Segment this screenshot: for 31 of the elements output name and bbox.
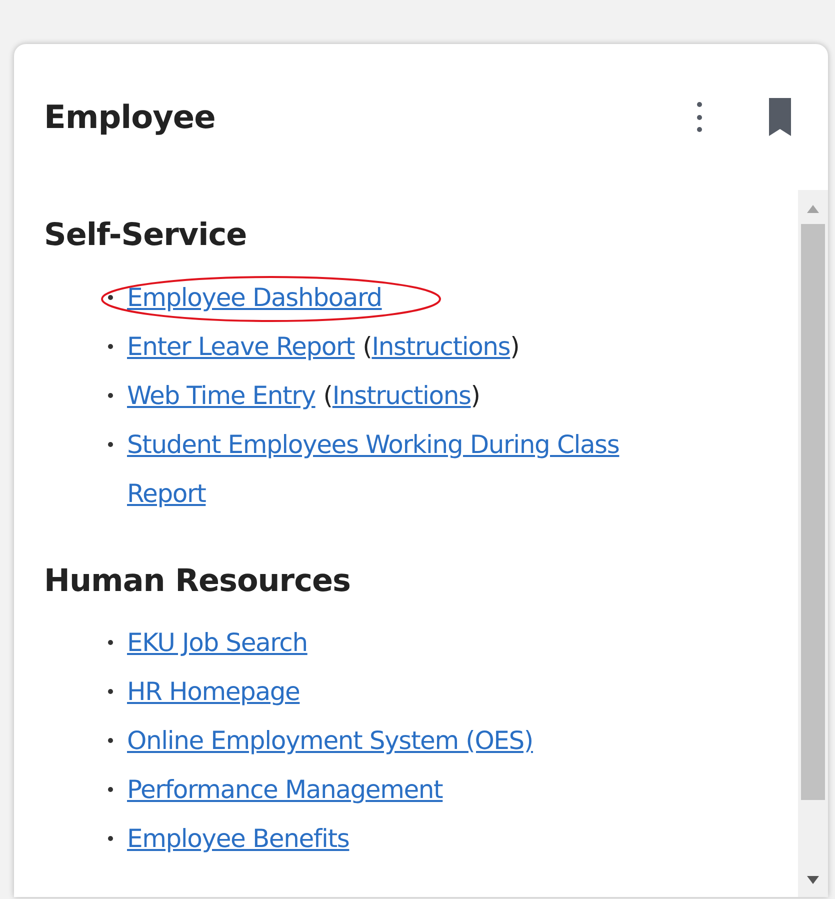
link[interactable]: Enter Leave Report	[127, 322, 355, 370]
bullet-icon	[108, 738, 113, 743]
bullet-icon	[108, 442, 113, 446]
scrollbar[interactable]	[798, 190, 828, 897]
close-parenthesis: )	[510, 330, 520, 362]
bullet-icon	[108, 836, 113, 841]
close-parenthesis: )	[470, 380, 480, 412]
scroll-down-icon[interactable]	[806, 875, 820, 885]
link[interactable]: HR Homepage	[127, 667, 300, 716]
bullet-icon	[108, 787, 113, 792]
bullet-icon	[108, 294, 113, 300]
open-parenthesis: (	[362, 330, 372, 362]
link[interactable]: Employee Benefits	[127, 814, 350, 863]
section-heading: Self-Service	[44, 216, 248, 255]
link[interactable]: Employee Dashboard	[127, 272, 382, 322]
link[interactable]: Online Employment System (OES)	[127, 716, 533, 765]
link[interactable]: Student Employees Working During Class Report	[127, 420, 687, 518]
instructions-link[interactable]: Instructions	[332, 370, 471, 420]
link[interactable]: EKU Job Search	[127, 618, 308, 667]
scrollbar-thumb[interactable]	[801, 224, 825, 800]
bullet-icon	[108, 689, 113, 694]
bullet-icon	[108, 640, 113, 645]
bullet-icon	[108, 344, 113, 348]
link[interactable]: Web Time Entry	[127, 370, 316, 420]
section-heading: Human Resources	[44, 562, 352, 600]
open-parenthesis: (	[323, 380, 332, 412]
bookmark-icon[interactable]	[768, 97, 792, 137]
card-title: Employee	[44, 97, 216, 138]
bullet-icon	[108, 392, 113, 398]
link[interactable]: Performance Management	[127, 765, 443, 814]
instructions-link[interactable]: Instructions	[372, 322, 510, 370]
